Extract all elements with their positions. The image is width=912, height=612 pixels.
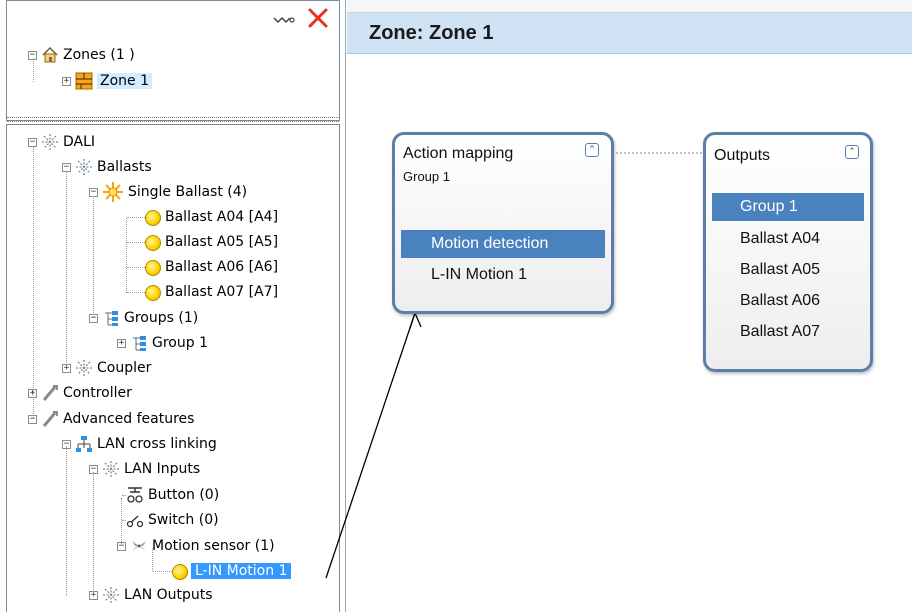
node-title: Action mapping — [403, 145, 514, 162]
action-mapping-node[interactable]: Action mapping Group 1 ⌃ Motion detectio… — [392, 132, 614, 314]
collapse-icon[interactable]: ⌃ — [845, 145, 859, 159]
output-item-ballast-a04[interactable]: Ballast A04 — [712, 225, 864, 253]
output-item-ballast-a06[interactable]: Ballast A06 — [712, 287, 864, 315]
output-item-group-1[interactable]: Group 1 — [712, 193, 864, 221]
collapse-icon[interactable]: ⌃ — [585, 143, 599, 157]
node-title: Outputs — [714, 147, 771, 164]
action-item-motion-detection[interactable]: Motion detection — [401, 230, 605, 258]
output-item-ballast-a07[interactable]: Ballast A07 — [712, 318, 864, 346]
node-subtitle: Group 1 — [403, 169, 450, 184]
outputs-node[interactable]: Outputs ⌃ Group 1 Ballast A04 Ballast A0… — [703, 132, 873, 372]
action-item-l-in-motion-1[interactable]: L-IN Motion 1 — [401, 261, 605, 289]
output-item-ballast-a05[interactable]: Ballast A05 — [712, 256, 864, 284]
